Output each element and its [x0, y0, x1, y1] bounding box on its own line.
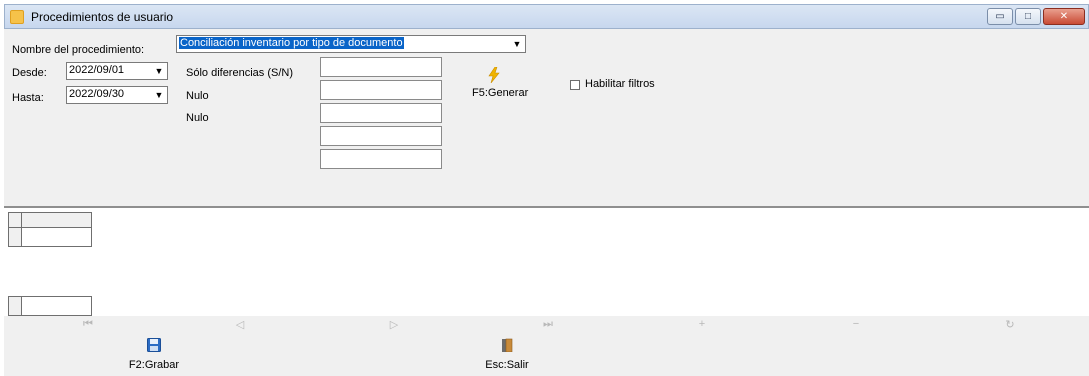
refresh-icon[interactable]: ↻	[1002, 318, 1018, 332]
close-icon: ✕	[1059, 11, 1069, 22]
delete-record-icon[interactable]: −	[848, 318, 864, 332]
last-record-icon[interactable]: ⏭	[540, 318, 556, 332]
floppy-disk-icon	[147, 338, 161, 352]
param-input-4[interactable]	[320, 126, 442, 146]
maximize-button[interactable]: □	[1015, 8, 1041, 25]
close-button[interactable]: ✕	[1043, 8, 1085, 25]
minimize-button[interactable]: ▭	[987, 8, 1013, 25]
generate-button[interactable]: F5:Generar	[472, 67, 528, 101]
param-label-1: Sólo diferencias (S/N)	[186, 67, 293, 79]
minimize-icon: ▭	[995, 11, 1005, 22]
window-title: Procedimientos de usuario	[31, 10, 174, 24]
param-input-2[interactable]	[320, 80, 442, 100]
hasta-label: Hasta:	[12, 92, 44, 104]
insert-record-icon[interactable]: +	[694, 318, 710, 332]
param-label-2: Nulo	[186, 90, 209, 102]
maximize-icon: □	[1024, 11, 1032, 22]
generate-label: F5:Generar	[472, 87, 529, 99]
title-bar[interactable]: Procedimientos de usuario ▭ □ ✕	[4, 4, 1089, 29]
grid-corner-cell	[8, 212, 22, 228]
desde-value: 2022/09/01	[69, 64, 125, 76]
procedure-value: Conciliación inventario por tipo de docu…	[179, 37, 404, 49]
lightning-icon	[488, 67, 500, 83]
hasta-date-picker[interactable]: 2022/09/30 ▼	[66, 86, 168, 104]
procedure-select[interactable]: Conciliación inventario por tipo de docu…	[176, 35, 526, 53]
record-navigator: ⏮ ◁ ▷ ⏭ + − ↻	[4, 316, 1089, 334]
desde-label: Desde:	[12, 67, 47, 79]
procedure-label: Nombre del procedimiento:	[12, 44, 145, 56]
first-record-icon[interactable]: ⏮	[80, 318, 96, 332]
save-label: F2:Grabar	[128, 359, 180, 371]
param-input-1[interactable]	[320, 57, 442, 77]
param-input-3[interactable]	[320, 103, 442, 123]
next-record-icon[interactable]: ▷	[386, 318, 402, 332]
filters-label: Habilitar filtros	[585, 78, 655, 90]
save-button[interactable]: F2:Grabar	[124, 338, 184, 371]
hasta-value: 2022/09/30	[69, 88, 125, 100]
exit-button[interactable]: Esc:Salir	[480, 338, 534, 371]
chevron-down-icon: ▼	[154, 90, 164, 100]
param-label-3: Nulo	[186, 112, 209, 124]
filters-checkbox[interactable]	[570, 80, 580, 90]
param-input-5[interactable]	[320, 149, 442, 169]
footer-toolbar: F2:Grabar Esc:Salir	[4, 334, 1089, 376]
prev-record-icon[interactable]: ◁	[232, 318, 248, 332]
chevron-down-icon: ▼	[512, 39, 522, 49]
door-icon	[502, 338, 513, 353]
grid-new-row-indicator[interactable]	[8, 296, 22, 316]
exit-label: Esc:Salir	[485, 359, 529, 371]
chevron-down-icon: ▼	[154, 66, 164, 76]
form-icon	[10, 10, 24, 24]
desde-date-picker[interactable]: 2022/09/01 ▼	[66, 62, 168, 80]
grid-row-indicator[interactable]	[8, 227, 22, 247]
results-grid[interactable]	[4, 206, 1089, 316]
